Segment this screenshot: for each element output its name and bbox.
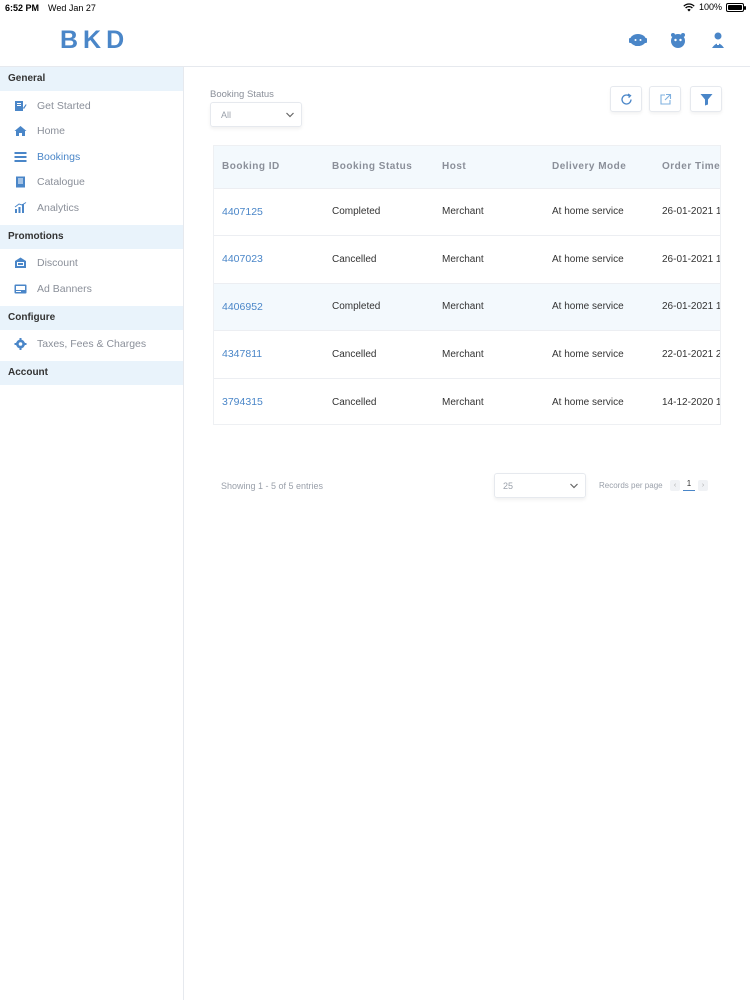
section-general: General — [0, 67, 183, 91]
booking-id-link[interactable]: 4407125 — [214, 188, 324, 236]
booking-id-link[interactable]: 4347811 — [214, 331, 324, 379]
delivery-mode-cell: At home service — [552, 396, 624, 408]
booking-status-cell: Cancelled — [332, 396, 377, 408]
table-row[interactable]: 3794315 Cancelled Merchant At home servi… — [214, 378, 721, 424]
list-icon — [14, 151, 27, 162]
booking-status-cell: Cancelled — [332, 253, 377, 265]
external-link-icon — [659, 93, 671, 105]
booking-id-link[interactable]: 3794315 — [214, 378, 324, 424]
column-header-order-time[interactable]: Order Time — [654, 146, 720, 188]
filter-icon — [700, 93, 712, 105]
next-page-button[interactable]: › — [698, 479, 708, 491]
order-time-cell: 26-01-2021 10 — [662, 301, 721, 313]
column-header-booking-status[interactable]: Booking Status — [324, 146, 434, 188]
booking-status-select[interactable]: All — [210, 102, 302, 127]
export-button[interactable] — [649, 86, 681, 112]
booking-status-label: Booking Status — [210, 89, 274, 100]
battery-icon — [726, 2, 746, 12]
main-content: Booking Status All Booking ID Booking St… — [184, 67, 750, 1000]
delivery-mode-cell: At home service — [552, 206, 624, 218]
sidebar-item-label: Taxes, Fees & Charges — [37, 338, 147, 351]
bar-chart-icon — [14, 201, 27, 213]
entries-count: Showing 1 - 5 of 5 entries — [221, 481, 324, 491]
sidebar-item-discount[interactable]: Discount — [0, 251, 183, 277]
prev-page-button[interactable]: ‹ — [670, 479, 680, 491]
brand-logo[interactable]: BKD — [60, 26, 129, 55]
pagination: ‹ 1 › — [670, 479, 708, 491]
home-icon — [14, 126, 27, 137]
sidebar-item-home[interactable]: Home — [0, 119, 183, 145]
filter-button[interactable] — [690, 86, 722, 112]
booking-id-link[interactable]: 4407023 — [214, 236, 324, 284]
bookings-table: Booking ID Booking Status Host Delivery … — [213, 145, 721, 425]
sidebar: General Get Started Home Bookings Catalo… — [0, 67, 184, 1000]
table-row[interactable]: 4407125 Completed Merchant At home servi… — [214, 188, 721, 236]
sidebar-item-label: Get Started — [37, 99, 91, 112]
booking-status-cell: Cancelled — [332, 348, 377, 360]
support-chat-icon[interactable] — [628, 30, 648, 50]
refresh-button[interactable] — [610, 86, 642, 112]
banner-icon — [14, 284, 27, 294]
tag-icon — [15, 257, 26, 269]
wifi-icon — [683, 2, 695, 11]
section-promotions: Promotions — [0, 224, 183, 249]
table-row[interactable]: 4406952 Completed Merchant At home servi… — [214, 283, 721, 331]
host-cell: Merchant — [442, 301, 484, 313]
table-header-row: Booking ID Booking Status Host Delivery … — [214, 146, 720, 188]
booking-status-cell: Completed — [332, 206, 381, 218]
chevron-down-icon — [286, 112, 294, 118]
order-time-cell: 26-01-2021 10 — [662, 253, 721, 265]
order-time-cell: 26-01-2021 11: — [662, 206, 721, 218]
file-edit-icon — [15, 100, 27, 111]
sidebar-item-label: Analytics — [37, 201, 80, 214]
gear-icon — [14, 338, 27, 351]
table-row[interactable]: 4407023 Cancelled Merchant At home servi… — [214, 235, 721, 284]
table-row[interactable]: 4347811 Cancelled Merchant At home servi… — [214, 330, 721, 379]
booking-id-link[interactable]: 4406952 — [214, 283, 324, 331]
sidebar-item-label: Ad Banners — [37, 282, 92, 295]
status-bar: 6:52 PM Wed Jan 27 100% — [0, 0, 750, 16]
sidebar-item-analytics[interactable]: Analytics — [0, 195, 183, 221]
delivery-mode-cell: At home service — [552, 253, 624, 265]
status-date: Wed Jan 27 — [48, 3, 96, 13]
column-header-host[interactable]: Host — [434, 146, 544, 188]
booking-status-cell: Completed — [332, 301, 381, 313]
column-header-delivery-mode[interactable]: Delivery Mode — [544, 146, 654, 188]
sidebar-item-bookings[interactable]: Bookings — [0, 144, 183, 170]
host-cell: Merchant — [442, 396, 484, 408]
sidebar-item-label: Bookings — [37, 150, 81, 163]
column-header-booking-id[interactable]: Booking ID — [214, 146, 324, 188]
section-configure: Configure — [0, 305, 183, 330]
notification-bot-icon[interactable] — [668, 30, 688, 50]
order-time-cell: 22-01-2021 20 — [662, 348, 721, 360]
refresh-icon — [620, 92, 632, 105]
status-time: 6:52 PM — [5, 3, 40, 13]
records-per-page-value: 25 — [503, 481, 514, 491]
host-cell: Merchant — [442, 253, 484, 265]
records-per-page-label: Records per page — [599, 481, 663, 490]
sidebar-item-get-started[interactable]: Get Started — [0, 93, 183, 119]
sidebar-item-label: Discount — [37, 257, 78, 270]
user-profile-icon[interactable] — [708, 30, 728, 50]
records-per-page-select[interactable]: 25 — [494, 473, 586, 498]
chevron-down-icon — [570, 483, 578, 489]
booking-status-value: All — [221, 110, 232, 120]
host-cell: Merchant — [442, 206, 484, 218]
book-icon — [16, 176, 25, 188]
page-number[interactable]: 1 — [683, 479, 695, 491]
sidebar-item-label: Home — [37, 125, 66, 138]
delivery-mode-cell: At home service — [552, 301, 624, 313]
battery-percent: 100% — [698, 2, 722, 12]
delivery-mode-cell: At home service — [552, 348, 624, 360]
host-cell: Merchant — [442, 348, 484, 360]
sidebar-item-ad-banners[interactable]: Ad Banners — [0, 276, 183, 302]
app-header: BKD — [0, 16, 750, 67]
sidebar-item-label: Catalogue — [37, 176, 85, 189]
order-time-cell: 14-12-2020 18 — [662, 396, 721, 408]
section-account[interactable]: Account — [0, 361, 183, 385]
sidebar-item-taxes[interactable]: Taxes, Fees & Charges — [0, 332, 183, 358]
sidebar-item-catalogue[interactable]: Catalogue — [0, 170, 183, 196]
